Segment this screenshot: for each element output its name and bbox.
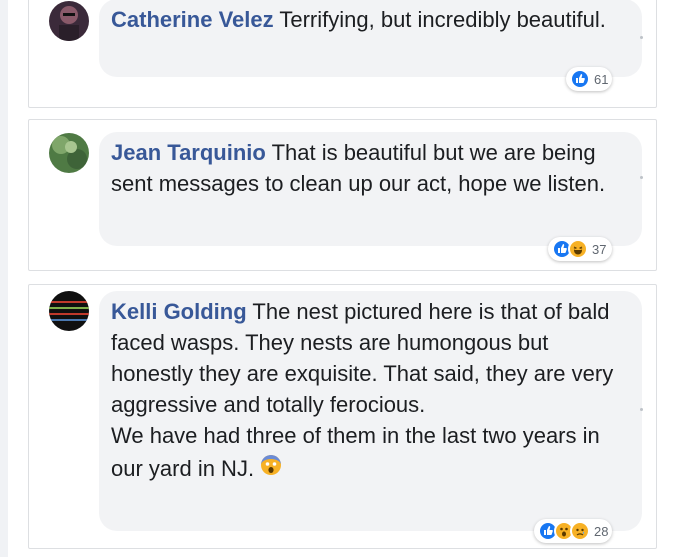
reaction-summary[interactable]: 37 [548, 237, 612, 261]
comment-card: Jean Tarquinio That is beautiful but we … [28, 119, 657, 271]
avatar[interactable] [49, 1, 89, 41]
comment-card: Kelli Golding The nest pictured here is … [28, 284, 657, 549]
reaction-count: 37 [592, 241, 607, 257]
comment-author[interactable]: Catherine Velez [111, 7, 274, 32]
comment-text: We have had three of them in the last tw… [111, 423, 600, 481]
scroll-marker [640, 36, 643, 39]
comment-text: Terrifying, but incredibly beautiful. [279, 7, 606, 32]
reaction-count: 28 [594, 523, 609, 539]
comment-card: Catherine Velez Terrifying, but incredib… [28, 0, 657, 108]
comment-author[interactable]: Kelli Golding [111, 299, 247, 324]
scroll-marker [640, 408, 643, 411]
scroll-marker [640, 176, 643, 179]
reaction-count: 61 [594, 71, 609, 87]
sad-icon [570, 521, 590, 541]
comment-bubble: Jean Tarquinio That is beautiful but we … [99, 132, 642, 246]
screaming-face-emoji [260, 453, 282, 475]
like-icon [570, 69, 590, 89]
avatar[interactable] [49, 133, 89, 173]
reaction-summary[interactable]: 28 [534, 519, 612, 543]
comment-author[interactable]: Jean Tarquinio [111, 140, 266, 165]
page-left-edge [0, 0, 8, 557]
comment-bubble: Kelli Golding The nest pictured here is … [99, 291, 642, 531]
avatar[interactable] [49, 291, 89, 331]
comment-bubble: Catherine Velez Terrifying, but incredib… [99, 0, 642, 77]
haha-icon [568, 239, 588, 259]
reaction-summary[interactable]: 61 [566, 67, 612, 91]
